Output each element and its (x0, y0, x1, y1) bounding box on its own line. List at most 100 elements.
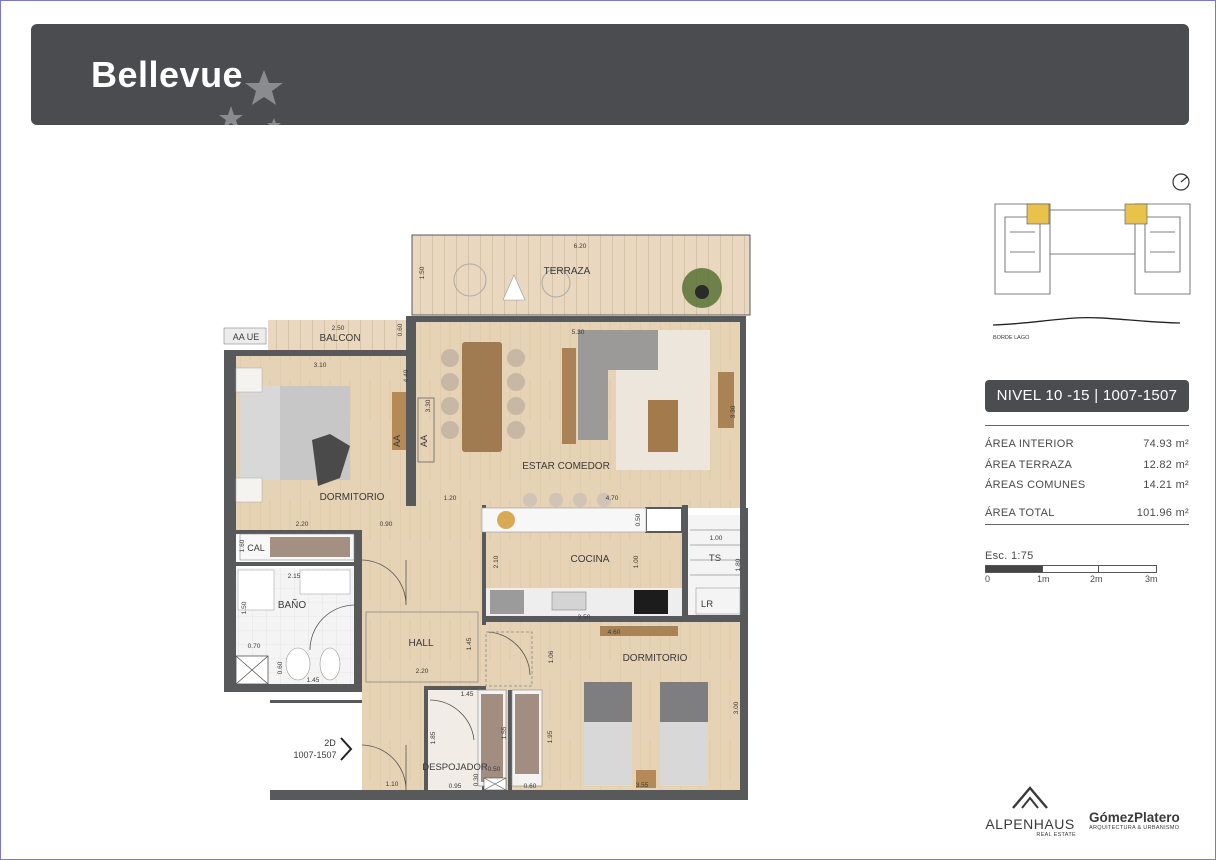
dim: 3.30 (730, 405, 737, 418)
vanity (299, 569, 351, 595)
coffee-table (648, 400, 678, 452)
fruit-bowl (497, 511, 515, 529)
unit-marker-line1: 2D (324, 738, 336, 748)
scale-tick: 1m (1037, 574, 1050, 584)
dim: 1.45 (307, 677, 320, 684)
building-outline (994, 203, 1191, 295)
dim: 2.15 (288, 573, 301, 580)
area-total-row: ÁREA TOTAL 101.96 m² (985, 502, 1189, 524)
dim: 1.60 (239, 539, 246, 552)
dim: 2.20 (296, 521, 309, 528)
alpenhaus-sub: REAL ESTATE (1036, 832, 1076, 838)
label-dormitorio-2: DORMITORIO (623, 653, 688, 664)
dim: 1.50 (419, 266, 426, 279)
area-total-value: 101.96 m² (1136, 506, 1189, 519)
area-row: ÁREAS COMUNES 14.21 m² (985, 475, 1189, 496)
label-hall: HALL (408, 638, 433, 649)
label-ts: TS (709, 553, 721, 564)
scale-ticks: 0 1m 2m 3m (985, 574, 1165, 586)
area-row: ÁREA INTERIOR 74.93 m² (985, 434, 1189, 455)
lake-edge-line (992, 316, 1181, 326)
label-cocina: COCINA (571, 554, 610, 565)
area-label: ÁREA TERRAZA (985, 458, 1073, 471)
dim: 3.30 (425, 399, 432, 412)
dim: 3.50 (578, 614, 591, 621)
scale-bar (985, 565, 1157, 573)
scale-title: Esc. 1:75 (985, 550, 1034, 562)
scale-bar-group: Esc. 1:75 0 1m 2m 3m (985, 550, 1165, 586)
label-aa-2: AA (419, 435, 429, 447)
gomezplatero-sub: ARQUITECTURA & URBANISMO (1089, 825, 1180, 831)
label-terraza: TERRAZA (544, 266, 591, 277)
cooktop (634, 590, 668, 614)
dim: 3.00 (733, 701, 740, 714)
unit-highlight-right (1124, 203, 1148, 225)
oven (490, 590, 524, 614)
dim: 4.70 (606, 495, 619, 502)
sink (551, 591, 587, 611)
dim: 4.60 (608, 629, 621, 636)
dim: 1.55 (501, 726, 508, 739)
floor-plan: TERRAZA BALCON ESTAR COMEDOR DORMITORIO … (223, 234, 751, 800)
label-aa-ue: AA UE (233, 332, 260, 342)
label-despojador: DESPOJADOR (422, 762, 488, 773)
dim: 1.20 (444, 495, 457, 502)
label-dormitorio-1: DORMITORIO (320, 492, 385, 503)
dim: 1.85 (430, 731, 437, 744)
alpenhaus-name: ALPENHAUS (985, 816, 1075, 832)
dim: 4.40 (403, 369, 410, 382)
nightstand-2 (235, 477, 263, 503)
dim: 6.20 (574, 243, 587, 250)
label-balcon: BALCON (319, 333, 360, 344)
dim: 0.50 (635, 513, 642, 526)
dim: 1.95 (547, 730, 554, 743)
alpenhaus-logo: ALPENHAUS REAL ESTATE (980, 785, 1080, 838)
dim: 3.55 (636, 782, 649, 789)
dim: 1.00 (710, 535, 723, 542)
scale-tick: 0 (985, 574, 991, 584)
dim: 0.30 (473, 773, 480, 786)
dim: 1.50 (241, 601, 248, 614)
mountain-icon (1012, 786, 1048, 809)
dim: 1.80 (735, 558, 742, 571)
areas-table: ÁREA INTERIOR 74.93 m² ÁREA TERRAZA 12.8… (985, 425, 1189, 525)
area-value: 74.93 m² (1143, 438, 1189, 450)
area-total-label: ÁREA TOTAL (985, 506, 1055, 519)
dim: 0.70 (248, 643, 261, 650)
stars-icon (219, 70, 283, 125)
dim: 0.95 (449, 783, 462, 790)
key-plan: BORDE LAGO (992, 173, 1191, 341)
area-value: 12.82 m² (1143, 458, 1189, 471)
tv-unit (718, 372, 734, 428)
bidet (319, 647, 341, 681)
label-lr: LR (701, 599, 713, 610)
gomezplatero-logo: GómezPlatero ARQUITECTURA & URBANISMO (1089, 810, 1193, 831)
dim: 3.10 (314, 362, 327, 369)
dining-table (462, 342, 502, 452)
area-label: ÁREAS COMUNES (985, 479, 1086, 491)
dim: 2.50 (332, 325, 345, 332)
dim: 2.20 (416, 668, 429, 675)
key-plan-caption: BORDE LAGO (993, 335, 1030, 341)
unit-marker-line2: 1007-1507 (293, 750, 336, 760)
label-aa-1: AA (392, 435, 402, 447)
gomezplatero-name: GómezPlatero (1089, 810, 1180, 825)
dim: 2.10 (493, 555, 500, 568)
area-label: ÁREA INTERIOR (985, 438, 1074, 450)
console (562, 348, 576, 444)
dim: 1.10 (386, 781, 399, 788)
header-bar: Bellevue (31, 24, 1189, 125)
unit-marker: 2D 1007-1507 (293, 737, 353, 761)
dim: 0.60 (397, 323, 404, 336)
dim: 1.00 (633, 555, 640, 568)
dim: 0.90 (380, 521, 393, 528)
label-cal: CAL (247, 543, 265, 553)
nightstand-1 (235, 367, 263, 393)
unit-highlight-left (1026, 203, 1050, 225)
dim: 1.45 (461, 691, 474, 698)
label-bano: BAÑO (278, 598, 307, 611)
dim: 0.50 (488, 766, 501, 773)
dim: 1.45 (466, 637, 473, 650)
label-estar-comedor: ESTAR COMEDOR (522, 461, 610, 472)
dim: 0.60 (277, 661, 284, 674)
